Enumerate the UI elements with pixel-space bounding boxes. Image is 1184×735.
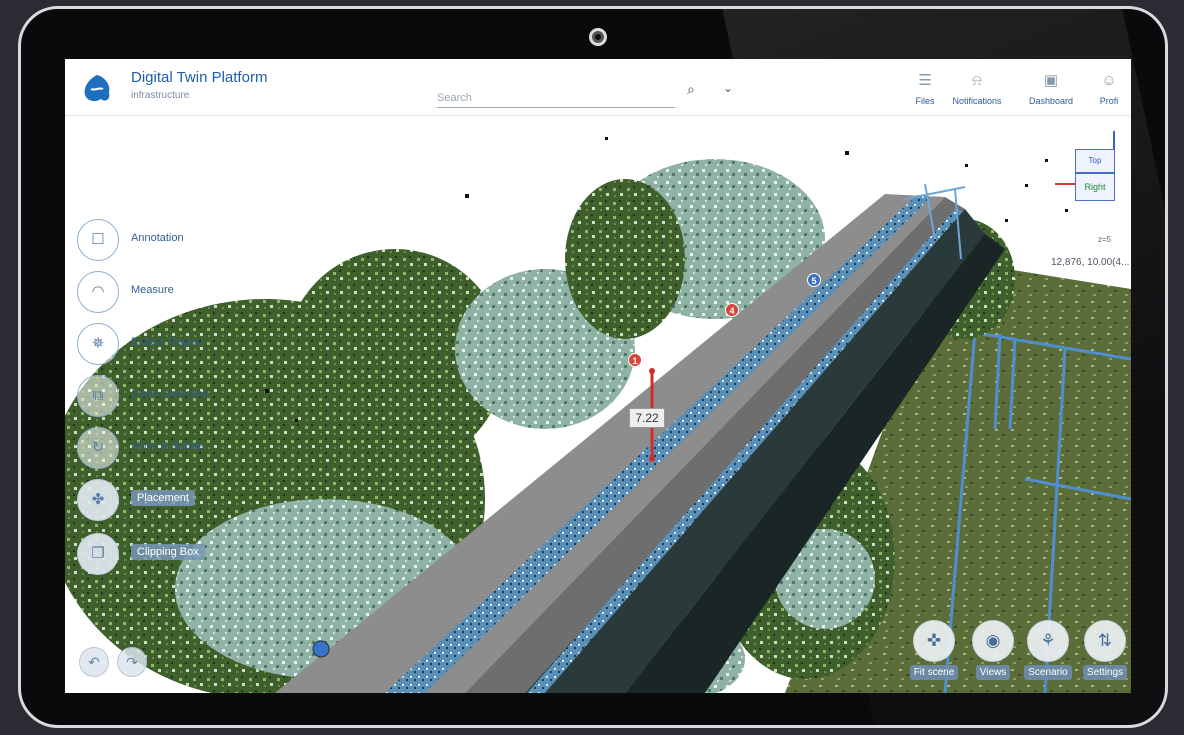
fit-scene-icon: ✜ <box>913 620 955 662</box>
undo-icon[interactable]: ↶ <box>79 647 109 677</box>
tool-placement-label: Placement <box>131 490 195 506</box>
eye-icon: ◉ <box>972 620 1014 662</box>
app-screen: 1 4 5 7.22 Digital Twin Platform infrast… <box>65 59 1131 693</box>
comment-icon: ☐ <box>77 219 119 261</box>
bell-icon: ⍾ <box>972 72 982 89</box>
tool-clipping-box-label: Clipping Box <box>131 544 205 560</box>
rotate-icon: ↻ <box>77 427 119 469</box>
settings-label: Settings <box>1082 665 1128 680</box>
scenario-icon: ⚘ <box>1027 620 1069 662</box>
app-title: Digital Twin Platform <box>131 69 268 86</box>
coordinate-readout: 12,876, 10.00(4... <box>1051 257 1130 268</box>
user-icon: ☺ <box>1101 72 1117 89</box>
view-cube-right[interactable]: Right <box>1075 173 1115 201</box>
nav-profile-label: Profi <box>1099 96 1119 106</box>
tool-annotation-label: Annotation <box>131 232 184 244</box>
measurement-value: 7.22 <box>629 408 665 428</box>
views-button[interactable]: ◉ Views <box>967 620 1019 680</box>
x-axis <box>1055 183 1077 185</box>
zoom-level: z=5 <box>1098 235 1112 244</box>
marker-5[interactable]: 5 <box>807 273 821 287</box>
logo-icon <box>84 75 110 102</box>
view-cube-top[interactable]: Top <box>1075 149 1115 173</box>
tablet-frame: 1 4 5 7.22 Digital Twin Platform infrast… <box>18 6 1168 728</box>
clash-icon: ⧉ <box>77 375 119 417</box>
camera-icon <box>589 28 607 46</box>
region-icon: ✵ <box>77 323 119 365</box>
redo-icon[interactable]: ↷ <box>117 647 147 677</box>
scenario-label: Scenario <box>1024 665 1072 680</box>
tool-clash-detection-label: Clash Detection <box>131 388 209 400</box>
search-input[interactable] <box>437 89 675 108</box>
search-icon[interactable]: ⌕ <box>687 81 695 98</box>
view-cube[interactable]: Top Right <box>1055 131 1131 211</box>
clip-box-icon: ❐ <box>77 533 119 575</box>
dashboard-icon: ▣ <box>1043 72 1059 89</box>
tool-move-rotate-label: Move & Rotate <box>131 440 204 452</box>
scenario-button[interactable]: ⚘ Scenario <box>1019 620 1077 680</box>
nav-notifications-label: Notifications <box>952 96 1002 106</box>
settings-button[interactable]: ⇅ Settings <box>1079 620 1131 680</box>
point-cloud-viewport[interactable] <box>65 59 1131 693</box>
chevron-down-icon[interactable]: ⌄ <box>723 81 733 95</box>
placement-icon: ✤ <box>77 479 119 521</box>
marker-4[interactable]: 4 <box>725 303 739 317</box>
settings-icon: ⇅ <box>1084 620 1126 662</box>
views-label: Views <box>975 665 1011 680</box>
top-bar: Digital Twin Platform infrastructure ⌕ ⌄… <box>65 59 1131 116</box>
position-marker[interactable] <box>312 640 330 658</box>
tool-measure-label: Measure <box>131 284 174 296</box>
nav-dashboard[interactable]: ▣ Dashboard <box>1019 69 1083 106</box>
fit-scene-label: Fit scene <box>909 665 959 680</box>
tool-extract-region-label: Extract Region <box>131 336 204 348</box>
ruler-icon: ◠ <box>77 271 119 313</box>
nav-profile[interactable]: ☺ Profi <box>1077 69 1131 106</box>
nav-notifications[interactable]: ⍾ Notifications <box>945 69 1009 106</box>
fit-scene-button[interactable]: ✜ Fit scene <box>903 620 965 680</box>
marker-1[interactable]: 1 <box>628 353 642 367</box>
nav-dashboard-label: Dashboard <box>1028 96 1074 106</box>
app-subtitle: infrastructure <box>131 90 190 101</box>
